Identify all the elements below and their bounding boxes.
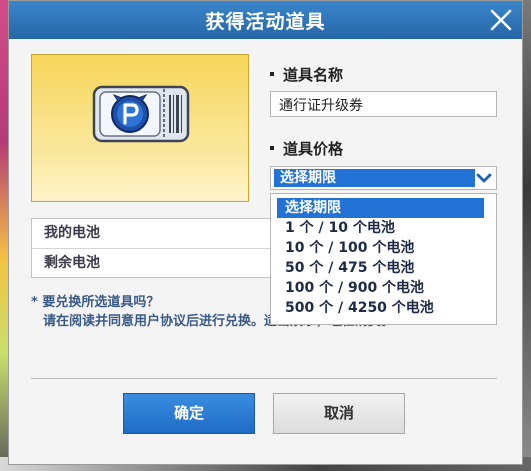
- close-button[interactable]: [488, 7, 514, 33]
- item-name-field: 通行证升级券: [270, 91, 497, 117]
- item-image: [31, 54, 249, 202]
- price-option[interactable]: 50 个 / 475 个电池: [271, 258, 496, 278]
- battery-summary: 我的电池 剩余电池: [31, 218, 301, 278]
- divider: [31, 378, 497, 379]
- price-option[interactable]: 选择期限: [277, 198, 484, 218]
- item-name-label: 道具名称: [270, 64, 343, 85]
- item-price-label: 道具价格: [270, 138, 343, 159]
- my-battery-label: 我的电池: [32, 219, 300, 249]
- dialog-title: 获得活动道具: [205, 11, 326, 33]
- exchange-dialog: 获得活动道具 道具名称 通行证升级券 道具价格 选择期限 选择期限 1 个 / …: [8, 0, 523, 465]
- price-options-list: 选择期限 1 个 / 10 个电池 10 个 / 100 个电池 50 个 / …: [270, 193, 497, 325]
- chevron-down-icon: [476, 173, 492, 183]
- price-option[interactable]: 10 个 / 100 个电池: [271, 238, 496, 258]
- price-option[interactable]: 100 个 / 900 个电池: [271, 278, 496, 298]
- cancel-button[interactable]: 取消: [273, 393, 405, 434]
- price-option[interactable]: 500 个 / 4250 个电池: [271, 298, 496, 318]
- dialog-titlebar: 获得活动道具: [9, 1, 522, 39]
- close-icon: [490, 9, 512, 31]
- ticket-icon: [92, 85, 190, 143]
- price-option[interactable]: 1 个 / 10 个电池: [271, 218, 496, 238]
- price-select-value: 选择期限: [274, 169, 475, 187]
- confirm-button[interactable]: 确定: [123, 393, 255, 434]
- remaining-battery-label: 剩余电池: [44, 255, 100, 271]
- price-select[interactable]: 选择期限: [270, 166, 497, 190]
